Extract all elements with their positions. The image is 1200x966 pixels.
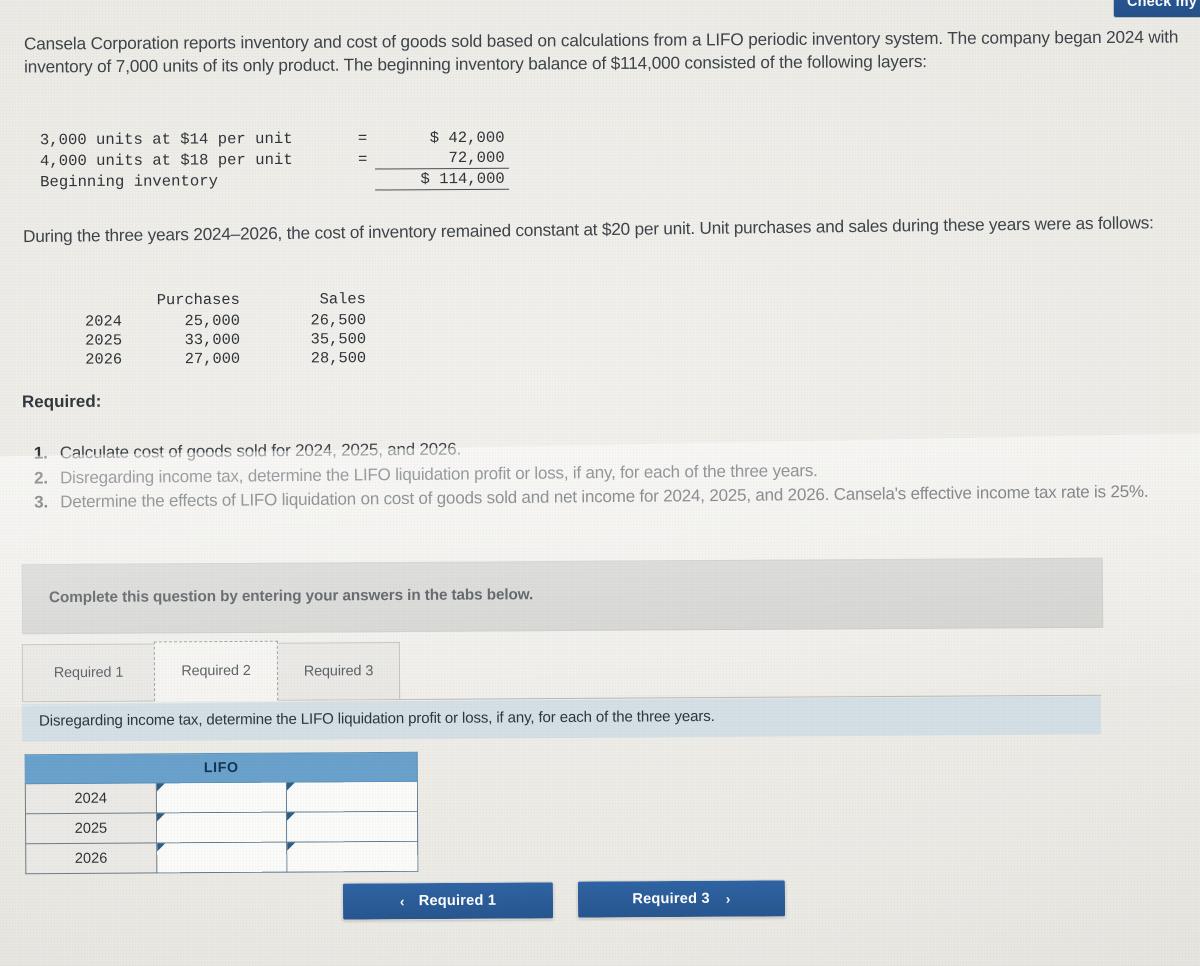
requirement-instruction-text: Disregarding income tax, determine the L… [38, 707, 715, 730]
layer-description: 3,000 units at $14 per unit [39, 129, 293, 150]
lifo-input-2024-b[interactable] [287, 781, 417, 812]
requirement-tabs: Required 1 Required 2 Required 3 [21, 634, 1102, 703]
lifo-row-year: 2024 [25, 782, 157, 814]
units-purchases: 33,000 [184, 330, 241, 350]
check-my-work-button[interactable]: Check my [1113, 0, 1200, 18]
lifo-answer-table-wrapper: LIFO 2024 2025 2026 [25, 752, 419, 874]
lifo-table-header-row: LIFO [25, 752, 418, 784]
units-year: 2024 [84, 312, 123, 331]
units-year: 2025 [85, 331, 123, 350]
lifo-input-2026-b[interactable] [287, 841, 418, 872]
required-item-text: Calculate cost of goods sold for 2024, 2… [59, 439, 462, 463]
units-purchases-sales-table: Purchases Sales 2024 25,000 26,500 2025 … [36, 290, 366, 370]
next-requirement-button[interactable]: Required 3 › [576, 879, 787, 919]
units-col-sales: Sales [319, 290, 366, 309]
lifo-answer-table: LIFO 2024 2025 2026 [25, 752, 419, 874]
table-row: 2024 [25, 781, 418, 814]
beginning-inventory-layers: 3,000 units at $14 per unit = $ 42,000 4… [40, 128, 509, 192]
lifo-input-cell-2026-b[interactable] [286, 841, 418, 873]
layer-amount: $ 42,000 [429, 128, 505, 148]
problem-paragraph-2: During the three years 2024–2026, the co… [22, 212, 1154, 247]
tab-label: Required 2 [181, 662, 251, 680]
chevron-left-icon: ‹ [399, 893, 405, 910]
layer-row: 3,000 units at $14 per unit = $ 42,000 [40, 128, 509, 150]
lifo-input-cell-2024-b[interactable] [286, 781, 418, 813]
lifo-input-2024-a[interactable] [156, 782, 287, 813]
complete-question-banner: Complete this question by entering your … [21, 557, 1104, 635]
lifo-table-header-label: LIFO [25, 752, 418, 784]
units-sales: 28,500 [310, 349, 367, 368]
chevron-right-icon: › [725, 890, 731, 907]
layer-equals: = [357, 129, 368, 148]
units-col-purchases: Purchases [156, 290, 240, 310]
required-item-number: 2. [33, 467, 48, 488]
lifo-row-year: 2026 [25, 842, 157, 874]
requirement-instruction-banner: Disregarding income tax, determine the L… [21, 696, 1102, 742]
lifo-input-cell-2025-b[interactable] [286, 811, 418, 843]
lifo-row-year: 2025 [25, 812, 157, 844]
layer-equals: = [357, 150, 368, 169]
units-col-year [36, 291, 122, 312]
lifo-input-cell-2026-a[interactable] [156, 842, 288, 873]
units-year: 2026 [85, 350, 123, 369]
layer-total-amount: $ 114,000 [374, 168, 509, 190]
layer-description: 4,000 units at $18 per unit [39, 150, 293, 170]
lifo-input-cell-2024-a[interactable] [155, 782, 287, 813]
units-table-header-row: Purchases Sales [36, 290, 366, 313]
tab-required-1[interactable]: Required 1 [21, 643, 156, 702]
layer-row: 4,000 units at $18 per unit = 72,000 [39, 147, 509, 171]
units-purchases: 27,000 [184, 349, 241, 369]
previous-requirement-button[interactable]: ‹ Required 1 [341, 881, 555, 921]
layer-total-equals [351, 169, 375, 190]
required-items-list: 1. Calculate cost of goods sold for 2024… [34, 430, 1195, 515]
units-purchases: 25,000 [184, 311, 240, 331]
previous-requirement-label: Required 1 [418, 892, 497, 910]
lifo-input-cell-2025-a[interactable] [156, 812, 287, 843]
tab-label: Required 1 [53, 664, 124, 682]
table-row: 2025 [25, 811, 418, 844]
units-sales: 26,500 [310, 311, 366, 330]
table-row: 2026 [25, 841, 418, 874]
next-requirement-label: Required 3 [632, 890, 710, 908]
tab-required-2[interactable]: Required 2 [153, 640, 279, 702]
lifo-input-2025-a[interactable] [156, 812, 287, 843]
tab-required-3[interactable]: Required 3 [276, 641, 401, 700]
layer-total-row: Beginning inventory $ 114,000 [40, 168, 509, 191]
tab-label: Required 3 [303, 663, 374, 680]
table-row: 2026 27,000 28,500 [36, 349, 366, 370]
required-item-number: 3. [34, 492, 49, 512]
required-item-text: Disregarding income tax, determine the L… [59, 460, 818, 487]
required-item-number: 1. [33, 443, 48, 463]
complete-question-text: Complete this question by entering your … [48, 586, 534, 607]
required-heading: Required: [21, 391, 102, 412]
lifo-input-2026-a[interactable] [156, 842, 287, 873]
problem-intro-paragraph: Cansela Corporation reports inventory an… [23, 26, 1179, 77]
layer-amount: 72,000 [374, 147, 509, 169]
units-sales: 35,500 [310, 330, 367, 349]
table-row: 2025 33,000 35,500 [36, 330, 366, 351]
lifo-input-2025-b[interactable] [287, 811, 418, 842]
layers-table: 3,000 units at $14 per unit = $ 42,000 4… [40, 128, 509, 192]
layer-total-label: Beginning inventory [40, 171, 218, 191]
table-row: 2024 25,000 26,500 [36, 311, 366, 332]
check-my-work-label: Check my [1126, 0, 1198, 10]
